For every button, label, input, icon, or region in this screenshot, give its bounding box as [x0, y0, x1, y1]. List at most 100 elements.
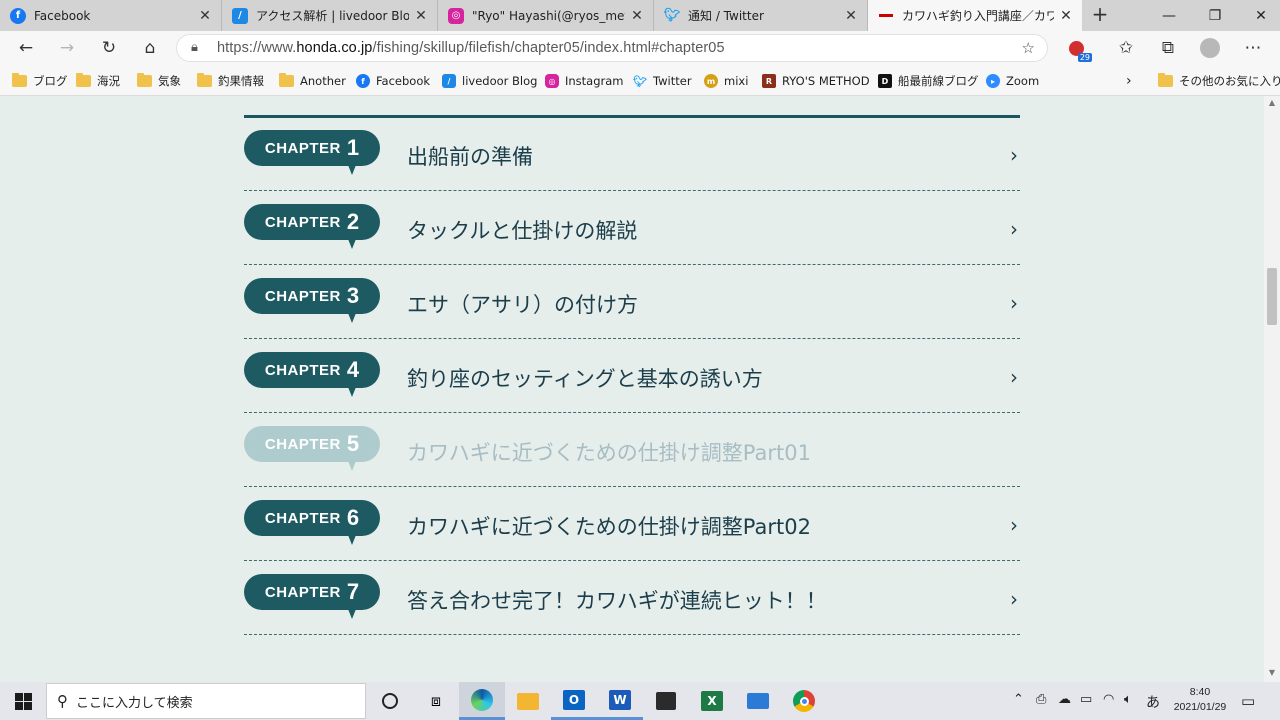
scroll-down-icon[interactable]: ▼: [1264, 668, 1280, 682]
cortana-icon: [382, 693, 398, 709]
url-prefix: https://www.: [217, 40, 297, 56]
favorite-link[interactable]: m mixi: [704, 70, 748, 92]
honda-icon: [878, 8, 894, 24]
favorite-link[interactable]: / livedoor Blog: [442, 70, 537, 92]
chapter-link-6[interactable]: CHAPTER 6 カワハギに近づくための仕掛け調整Part02 ›: [244, 488, 1020, 561]
chevron-right-icon[interactable]: ›: [1126, 70, 1132, 92]
device-icon[interactable]: ⎙: [1036, 692, 1046, 707]
task-view-button[interactable]: ⧈: [413, 682, 459, 720]
facebook-icon: f: [356, 74, 370, 88]
file-explorer-app[interactable]: [505, 682, 551, 720]
search-placeholder: ここに入力して検索: [76, 695, 193, 711]
chevron-right-icon: ›: [1010, 587, 1018, 611]
close-icon[interactable]: ✕: [843, 8, 859, 24]
taskbar-search[interactable]: ⚲ ここに入力して検索: [46, 683, 366, 719]
ime-indicator[interactable]: あ: [1146, 692, 1160, 712]
chapter-link-3[interactable]: CHAPTER 3 エサ（アサリ）の付け方 ›: [244, 266, 1020, 339]
tab-livedoor[interactable]: / アクセス解析 | livedoor Blog ✕: [222, 0, 438, 31]
favorite-folder[interactable]: 気象: [137, 70, 181, 92]
word-app[interactable]: W: [597, 682, 643, 720]
tab-facebook[interactable]: f Facebook ✕: [0, 0, 222, 31]
scroll-up-icon[interactable]: ▲: [1264, 98, 1280, 112]
windows-taskbar: ⚲ ここに入力して検索 ⧈ O W X ⌃ ⎙ ☁ ▭ ◠ 🔈︎ あ 8:40 …: [0, 682, 1280, 720]
favorite-folder[interactable]: Another: [279, 70, 346, 92]
favorites-icon[interactable]: ✩: [1114, 36, 1138, 60]
favorites-bar: ブログ 海況 気象 釣果情報 Another f Facebook / livedo…: [0, 65, 1280, 96]
favorite-label: mixi: [724, 74, 749, 88]
favorite-link[interactable]: ▸ Zoom: [986, 70, 1039, 92]
excel-app[interactable]: X: [689, 682, 735, 720]
instagram-icon: ◎: [545, 74, 559, 88]
extension-badge: 29: [1077, 53, 1092, 62]
chapter-link-2[interactable]: CHAPTER 2 タックルと仕掛けの解説 ›: [244, 192, 1020, 265]
wifi-icon[interactable]: ◠: [1103, 692, 1114, 707]
folder-icon: [76, 73, 91, 87]
extension-icon[interactable]: 29: [1064, 36, 1092, 62]
chapter-link-4[interactable]: CHAPTER 4 釣り座のセッティングと基本の誘い方 ›: [244, 340, 1020, 413]
start-button[interactable]: [0, 682, 46, 720]
volume-icon[interactable]: 🔈︎: [1124, 692, 1132, 707]
settings-more-icon[interactable]: ⋯: [1241, 36, 1265, 60]
close-icon[interactable]: ✕: [1058, 8, 1074, 24]
vertical-scrollbar[interactable]: ▲ ▼: [1264, 96, 1280, 682]
battery-icon[interactable]: ▭: [1080, 692, 1092, 707]
tab-title: "Ryo" Hayashi(@ryos_method): [472, 8, 625, 23]
favorite-link[interactable]: D 船最前線ブログ: [878, 70, 979, 92]
chapter-link-7[interactable]: CHAPTER 7 答え合わせ完了！カワハギが連続ヒット！！ ›: [244, 562, 1020, 635]
favorite-link[interactable]: f Facebook: [356, 70, 430, 92]
chapter-title: カワハギに近づくための仕掛け調整Part02: [407, 515, 811, 539]
livedoor-icon: /: [232, 7, 248, 24]
favorite-label: 船最前線ブログ: [898, 74, 979, 88]
collections-icon[interactable]: ⧉: [1156, 36, 1180, 60]
store-app[interactable]: [643, 682, 689, 720]
tab-honda[interactable]: カワハギ釣り入門講座／カワハギに ✕: [868, 0, 1082, 31]
folder-icon: [197, 73, 212, 87]
chapter-number: 4: [346, 357, 360, 382]
chapter-title: 答え合わせ完了！カワハギが連続ヒット！！: [407, 589, 827, 613]
back-icon[interactable]: ←: [14, 36, 38, 60]
scrollbar-thumb[interactable]: [1267, 268, 1277, 325]
favorite-folder[interactable]: 釣果情報: [197, 70, 264, 92]
favorite-link[interactable]: 🐦︎ Twitter: [633, 70, 692, 92]
chevron-up-icon[interactable]: ⌃: [1013, 692, 1024, 707]
address-bar[interactable]: 🔒︎ https://www.honda.co.jp/fishing/skill…: [176, 34, 1048, 62]
favorite-folder[interactable]: ブログ: [12, 70, 68, 92]
window-close-button[interactable]: ✕: [1238, 0, 1280, 31]
store-icon: [656, 692, 676, 710]
chapter-word: CHAPTER: [264, 361, 341, 379]
favorite-link[interactable]: R RYO'S METHOD: [762, 70, 870, 92]
cloud-icon[interactable]: ☁: [1058, 692, 1071, 707]
chapter-link-1[interactable]: CHAPTER 1 出船前の準備 ›: [244, 118, 1020, 191]
tab-twitter[interactable]: 🐦︎ 通知 / Twitter ✕: [654, 0, 868, 31]
favorite-folder[interactable]: 海況: [76, 70, 120, 92]
edge-app[interactable]: [459, 682, 505, 720]
close-icon[interactable]: ✕: [413, 8, 429, 24]
notification-icon[interactable]: ▭: [1241, 692, 1255, 710]
chapter-badge: CHAPTER 5: [244, 426, 380, 471]
mail-app[interactable]: [735, 682, 781, 720]
add-favorite-icon[interactable]: ☆: [1022, 39, 1035, 57]
refresh-icon[interactable]: ↻: [97, 36, 121, 60]
outlook-app[interactable]: O: [551, 682, 597, 720]
windows-logo-icon: [14, 692, 32, 710]
chapter-badge: CHAPTER 1: [244, 130, 380, 175]
taskbar-clock[interactable]: 8:40 2021/01/29: [1168, 685, 1232, 715]
folder-icon: [137, 73, 152, 87]
lock-icon: 🔒︎: [191, 40, 198, 55]
tab-instagram[interactable]: ◎ "Ryo" Hayashi(@ryos_method) ✕: [438, 0, 654, 31]
chrome-app[interactable]: [781, 682, 827, 720]
home-icon[interactable]: ⌂: [138, 36, 162, 60]
new-tab-button[interactable]: +: [1088, 3, 1112, 27]
close-icon[interactable]: ✕: [629, 8, 645, 24]
maximize-button[interactable]: ❐: [1192, 0, 1238, 31]
minimize-button[interactable]: —: [1146, 0, 1192, 31]
tab-title: アクセス解析 | livedoor Blog: [256, 9, 409, 23]
cortana-button[interactable]: [367, 682, 413, 720]
favorites-other-folder[interactable]: その他のお気に入り: [1158, 70, 1280, 92]
profile-avatar[interactable]: [1198, 36, 1222, 60]
favorite-link[interactable]: ◎ Instagram: [545, 70, 624, 92]
close-icon[interactable]: ✕: [197, 8, 213, 24]
chapter-badge: CHAPTER 2: [244, 204, 380, 249]
forward-icon[interactable]: →: [55, 36, 79, 60]
tab-title: カワハギ釣り入門講座／カワハギに: [902, 9, 1054, 23]
